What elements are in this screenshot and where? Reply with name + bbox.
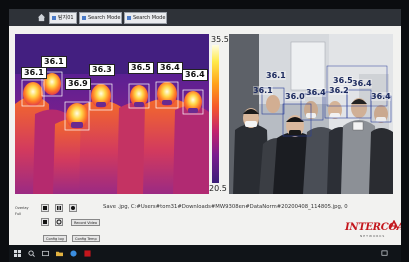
gear-icon: [56, 219, 62, 225]
search-mode-tab-icon: [82, 16, 86, 20]
windows-start-icon[interactable]: [14, 250, 21, 257]
scale-min-label: 20.5: [209, 184, 227, 193]
thermal-temp-reading: 36.9: [65, 78, 91, 90]
settings-button[interactable]: [55, 218, 63, 226]
control-panel: Overlay Full Record Video Save .jpg, C:#…: [15, 198, 401, 244]
notification-icon[interactable]: [381, 250, 388, 257]
visible-temp-reading: 36.1: [266, 71, 286, 80]
home-icon[interactable]: [37, 13, 46, 22]
record-icon: [71, 206, 75, 210]
thermal-temp-reading: 36.1: [21, 67, 47, 79]
camera-app: 36.1 36.1 36.9 36.3 36.5 36.4 36.4 35.5 …: [9, 26, 401, 245]
folder-icon[interactable]: [56, 250, 63, 257]
full-label: Full: [15, 212, 21, 216]
stop-icon: [43, 206, 47, 210]
thermal-temp-reading: 36.3: [89, 64, 115, 76]
config-temp-button[interactable]: Config Temp: [72, 235, 100, 242]
window-tab-bar: 탐지01 Search Mode Search Mode: [9, 9, 401, 26]
pause-icon: [57, 206, 61, 210]
snapshot-button[interactable]: [41, 218, 49, 226]
temperature-color-scale: 35.5 20.5: [209, 34, 229, 194]
pause-button[interactable]: [55, 204, 63, 212]
visible-temp-reading: 36.5: [333, 76, 353, 85]
logo-subtitle: NETWORKS: [360, 234, 386, 238]
camera-tab-icon: [52, 16, 56, 20]
tab-label: Search Mode: [133, 15, 166, 21]
save-path-status: Save .jpg, C:#Users#tom31#Downloads#MW93…: [103, 204, 348, 210]
search-icon[interactable]: [28, 250, 35, 257]
tab-label: 탐지01: [58, 15, 74, 21]
tab-search-mode-1[interactable]: Search Mode: [79, 12, 122, 24]
visible-temp-reading: 36.2: [329, 86, 349, 95]
stop-button[interactable]: [41, 204, 49, 212]
tab-camera[interactable]: 탐지01: [49, 12, 77, 24]
color-scale-bar: [212, 45, 219, 183]
visible-image: [229, 34, 393, 194]
thermal-temp-reading: 36.4: [182, 69, 208, 81]
visible-temp-reading: 36.4: [371, 92, 391, 101]
visible-temp-reading: 36.4: [352, 79, 372, 88]
record-video-button[interactable]: Record Video: [71, 219, 101, 226]
app-icon[interactable]: [84, 250, 91, 257]
camera-icon: [43, 220, 47, 224]
task-view-icon[interactable]: [42, 250, 49, 257]
config-log-button[interactable]: Config log: [43, 235, 67, 242]
tab-label: Search Mode: [88, 15, 121, 21]
thermal-temp-reading: 36.4: [157, 62, 183, 74]
browser-icon[interactable]: [70, 250, 77, 257]
search-mode-tab-icon: [127, 16, 131, 20]
visible-temp-reading: 36.1: [253, 86, 273, 95]
tab-search-mode-2[interactable]: Search Mode: [124, 12, 167, 24]
visible-temp-reading: 36.0: [285, 92, 305, 101]
taskbar: [9, 245, 401, 262]
app-screen: 탐지01 Search Mode Search Mode 36.1 36.1 3…: [9, 9, 401, 245]
visible-temp-reading: 36.4: [306, 88, 326, 97]
thermal-camera-feed: 36.1 36.1 36.9 36.3 36.5 36.4 36.4: [15, 34, 209, 194]
record-button[interactable]: [69, 204, 77, 212]
overlay-label: Overlay: [15, 206, 29, 210]
visible-camera-feed: 36.1 36.1 36.0 36.4 36.2 36.5 36.4 36.4: [229, 34, 393, 194]
thermal-temp-reading: 36.5: [128, 62, 154, 74]
scale-max-label: 35.5: [211, 35, 229, 44]
thermal-temp-reading: 36.1: [41, 56, 67, 68]
brand-mark-icon: [389, 220, 399, 230]
